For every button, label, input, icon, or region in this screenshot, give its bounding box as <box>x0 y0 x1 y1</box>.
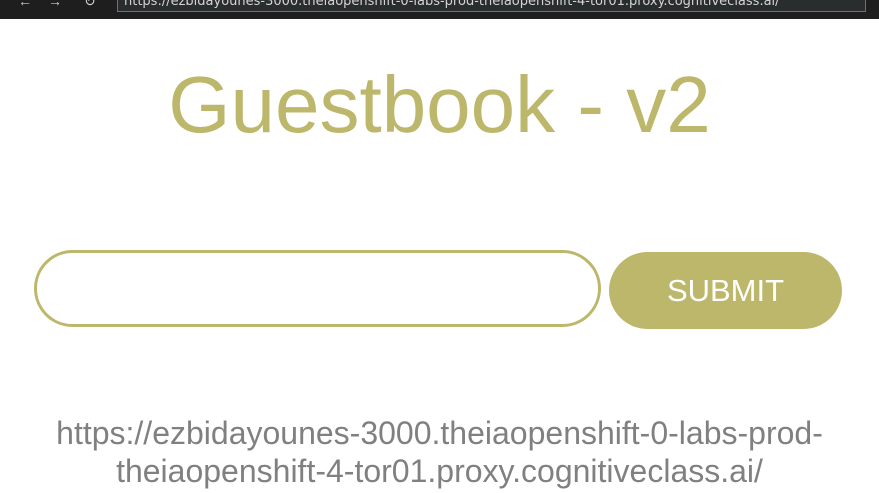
address-bar[interactable]: https://ezbidayounes-3000.theiaopenshift… <box>117 0 866 12</box>
host-line-1: https://ezbidayounes-3000.theiaopenshift… <box>56 415 823 451</box>
arrow-left-icon[interactable]: ← <box>18 0 32 8</box>
reload-icon[interactable]: ↻ <box>84 0 96 8</box>
page-title: Guestbook - v2 <box>168 60 711 149</box>
arrow-right-icon[interactable]: → <box>48 0 62 8</box>
guestbook-entry-input[interactable] <box>34 250 601 327</box>
host-line-2: theiaopenshift-4-tor01.proxy.cognitivecl… <box>116 453 763 489</box>
submit-button[interactable]: SUBMIT <box>609 252 842 329</box>
host-info: https://ezbidayounes-3000.theiaopenshift… <box>0 414 879 490</box>
browser-toolbar: ← → ↻ https://ezbidayounes-3000.theiaope… <box>0 0 879 19</box>
